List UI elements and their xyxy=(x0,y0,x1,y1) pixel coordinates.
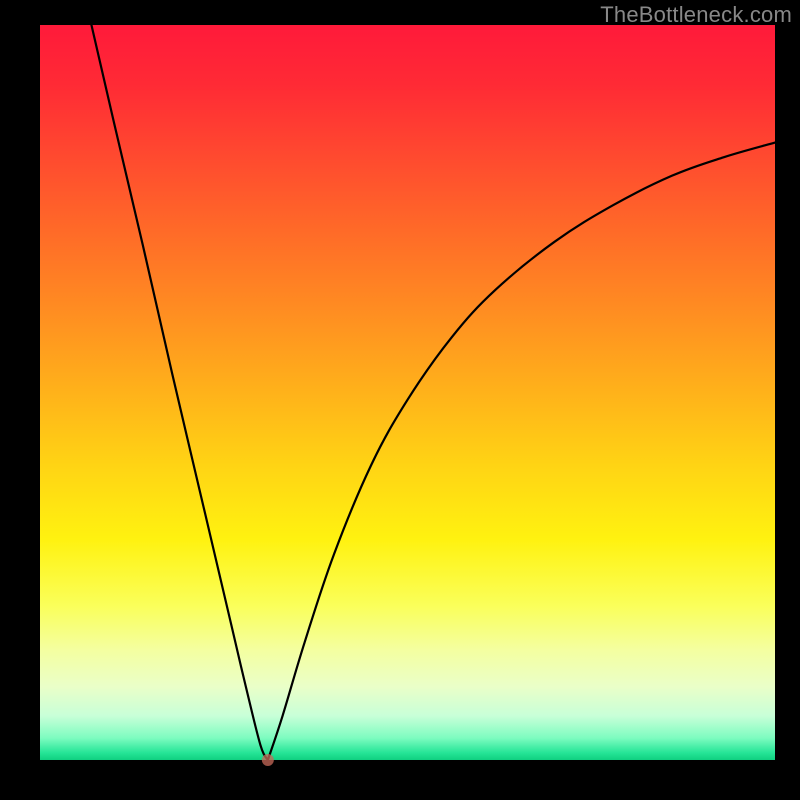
series-left-branch xyxy=(91,25,267,760)
curve-group xyxy=(91,25,775,760)
chart-frame: TheBottleneck.com xyxy=(0,0,800,800)
minimum-marker xyxy=(262,754,274,766)
bottleneck-curve xyxy=(40,25,775,760)
series-right-branch xyxy=(268,143,775,760)
plot-area xyxy=(40,25,775,760)
watermark-text: TheBottleneck.com xyxy=(600,2,792,28)
